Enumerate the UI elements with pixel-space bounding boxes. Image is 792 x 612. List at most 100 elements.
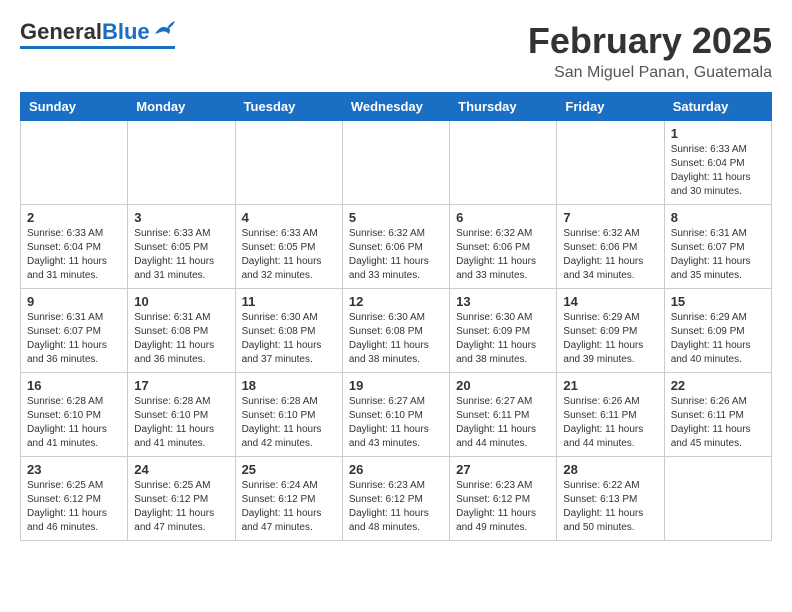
day-info: Sunrise: 6:33 AM Sunset: 6:04 PM Dayligh… [27, 227, 121, 283]
day-info: Sunrise: 6:25 AM Sunset: 6:12 PM Dayligh… [27, 479, 121, 535]
day-number: 4 [242, 210, 336, 225]
calendar-cell: 27 Sunrise: 6:23 AM Sunset: 6:12 PM Dayli… [450, 457, 557, 541]
col-friday: Friday [557, 93, 664, 121]
day-number: 18 [242, 378, 336, 393]
day-number: 19 [349, 378, 443, 393]
calendar-cell: 24Sunrise: 6:25 AM Sunset: 6:12 PM Dayli… [128, 457, 235, 541]
calendar-cell: 14 Sunrise: 6:29 AM Sunset: 6:09 PM Dayli… [557, 289, 664, 373]
day-info: Sunrise: 6:32 AM Sunset: 6:06 PM Dayligh… [563, 227, 657, 283]
day-info: Sunrise: 6:29 AM Sunset: 6:09 PM Dayligh… [563, 311, 657, 367]
calendar-cell: 12 Sunrise: 6:30 AM Sunset: 6:08 PM Dayli… [342, 289, 449, 373]
day-number: 1 [671, 126, 765, 141]
col-saturday: Saturday [664, 93, 771, 121]
calendar-cell: 4 Sunrise: 6:33 AM Sunset: 6:05 PM Daylig… [235, 205, 342, 289]
calendar-cell: 1 Sunrise: 6:33 AM Sunset: 6:04 PM Daylig… [664, 121, 771, 205]
day-info: Sunrise: 6:29 AM Sunset: 6:09 PM Dayligh… [671, 311, 765, 367]
day-number: 26 [349, 462, 443, 477]
day-number: 27 [456, 462, 550, 477]
month-title: February 2025 [528, 20, 772, 62]
day-info: Sunrise: 6:31 AM Sunset: 6:07 PM Dayligh… [27, 311, 121, 367]
day-number: 23 [27, 462, 121, 477]
day-number: 17 [134, 378, 228, 393]
day-number: 12 [349, 294, 443, 309]
calendar-cell [450, 121, 557, 205]
day-info: Sunrise: 6:24 AM Sunset: 6:12 PM Dayligh… [242, 479, 336, 535]
col-sunday: Sunday [21, 93, 128, 121]
col-thursday: Thursday [450, 93, 557, 121]
day-number: 28 [563, 462, 657, 477]
day-number: 3 [134, 210, 228, 225]
day-number: 14 [563, 294, 657, 309]
calendar-cell: 21 Sunrise: 6:26 AM Sunset: 6:11 PM Dayli… [557, 373, 664, 457]
day-info: Sunrise: 6:33 AM Sunset: 6:05 PM Dayligh… [242, 227, 336, 283]
day-info: Sunrise: 6:23 AM Sunset: 6:12 PM Dayligh… [456, 479, 550, 535]
day-number: 2 [27, 210, 121, 225]
calendar-table: Sunday Monday Tuesday Wednesday Thursday… [20, 92, 772, 541]
logo-underline [20, 46, 175, 49]
day-info: Sunrise: 6:25 AM Sunset: 6:12 PM Dayligh… [134, 479, 228, 535]
day-number: 21 [563, 378, 657, 393]
calendar-cell: 19 Sunrise: 6:27 AM Sunset: 6:10 PM Dayli… [342, 373, 449, 457]
calendar-cell: 22 Sunrise: 6:26 AM Sunset: 6:11 PM Dayli… [664, 373, 771, 457]
day-number: 15 [671, 294, 765, 309]
calendar-cell: 13 Sunrise: 6:30 AM Sunset: 6:09 PM Dayli… [450, 289, 557, 373]
calendar-header-row: Sunday Monday Tuesday Wednesday Thursday… [21, 93, 772, 121]
location-title: San Miguel Panan, Guatemala [528, 64, 772, 82]
title-area: February 2025 San Miguel Panan, Guatemal… [528, 20, 772, 82]
calendar-week-row: 23 Sunrise: 6:25 AM Sunset: 6:12 PM Dayli… [21, 457, 772, 541]
calendar-cell: 28 Sunrise: 6:22 AM Sunset: 6:13 PM Dayli… [557, 457, 664, 541]
calendar-cell: 23 Sunrise: 6:25 AM Sunset: 6:12 PM Dayli… [21, 457, 128, 541]
calendar-week-row: 9 Sunrise: 6:31 AM Sunset: 6:07 PM Daylig… [21, 289, 772, 373]
calendar-cell: 26Sunrise: 6:23 AM Sunset: 6:12 PM Dayli… [342, 457, 449, 541]
calendar-cell: 18Sunrise: 6:28 AM Sunset: 6:10 PM Dayli… [235, 373, 342, 457]
day-info: Sunrise: 6:31 AM Sunset: 6:08 PM Dayligh… [134, 311, 228, 367]
day-info: Sunrise: 6:33 AM Sunset: 6:05 PM Dayligh… [134, 227, 228, 283]
calendar-cell: 20Sunrise: 6:27 AM Sunset: 6:11 PM Dayli… [450, 373, 557, 457]
day-number: 10 [134, 294, 228, 309]
calendar-cell [128, 121, 235, 205]
day-info: Sunrise: 6:22 AM Sunset: 6:13 PM Dayligh… [563, 479, 657, 535]
day-info: Sunrise: 6:28 AM Sunset: 6:10 PM Dayligh… [134, 395, 228, 451]
calendar-cell: 15 Sunrise: 6:29 AM Sunset: 6:09 PM Dayli… [664, 289, 771, 373]
day-info: Sunrise: 6:30 AM Sunset: 6:08 PM Dayligh… [242, 311, 336, 367]
calendar-cell: 2 Sunrise: 6:33 AM Sunset: 6:04 PM Daylig… [21, 205, 128, 289]
day-info: Sunrise: 6:33 AM Sunset: 6:04 PM Dayligh… [671, 143, 765, 199]
logo-general: General [20, 19, 102, 44]
calendar-cell: 25 Sunrise: 6:24 AM Sunset: 6:12 PM Dayli… [235, 457, 342, 541]
page-header: GeneralBlue February 2025 San Miguel Pan… [20, 20, 772, 82]
calendar-cell: 9 Sunrise: 6:31 AM Sunset: 6:07 PM Daylig… [21, 289, 128, 373]
day-info: Sunrise: 6:27 AM Sunset: 6:10 PM Dayligh… [349, 395, 443, 451]
calendar-cell: 7 Sunrise: 6:32 AM Sunset: 6:06 PM Daylig… [557, 205, 664, 289]
col-tuesday: Tuesday [235, 93, 342, 121]
day-number: 20 [456, 378, 550, 393]
calendar-cell [557, 121, 664, 205]
day-number: 16 [27, 378, 121, 393]
day-info: Sunrise: 6:30 AM Sunset: 6:08 PM Dayligh… [349, 311, 443, 367]
day-number: 25 [242, 462, 336, 477]
day-info: Sunrise: 6:28 AM Sunset: 6:10 PM Dayligh… [27, 395, 121, 451]
calendar-cell [235, 121, 342, 205]
calendar-cell: 5Sunrise: 6:32 AM Sunset: 6:06 PM Daylig… [342, 205, 449, 289]
day-number: 13 [456, 294, 550, 309]
bird-icon [153, 20, 175, 40]
day-number: 5 [349, 210, 443, 225]
calendar-cell [664, 457, 771, 541]
day-info: Sunrise: 6:31 AM Sunset: 6:07 PM Dayligh… [671, 227, 765, 283]
day-number: 7 [563, 210, 657, 225]
calendar-cell: 3 Sunrise: 6:33 AM Sunset: 6:05 PM Daylig… [128, 205, 235, 289]
calendar-cell [21, 121, 128, 205]
day-info: Sunrise: 6:26 AM Sunset: 6:11 PM Dayligh… [563, 395, 657, 451]
day-info: Sunrise: 6:30 AM Sunset: 6:09 PM Dayligh… [456, 311, 550, 367]
day-number: 8 [671, 210, 765, 225]
col-monday: Monday [128, 93, 235, 121]
calendar-cell [342, 121, 449, 205]
col-wednesday: Wednesday [342, 93, 449, 121]
calendar-cell: 17 Sunrise: 6:28 AM Sunset: 6:10 PM Dayli… [128, 373, 235, 457]
calendar-week-row: 1 Sunrise: 6:33 AM Sunset: 6:04 PM Daylig… [21, 121, 772, 205]
day-number: 9 [27, 294, 121, 309]
day-info: Sunrise: 6:26 AM Sunset: 6:11 PM Dayligh… [671, 395, 765, 451]
calendar-cell: 8 Sunrise: 6:31 AM Sunset: 6:07 PM Daylig… [664, 205, 771, 289]
day-info: Sunrise: 6:32 AM Sunset: 6:06 PM Dayligh… [456, 227, 550, 283]
day-number: 22 [671, 378, 765, 393]
day-number: 6 [456, 210, 550, 225]
